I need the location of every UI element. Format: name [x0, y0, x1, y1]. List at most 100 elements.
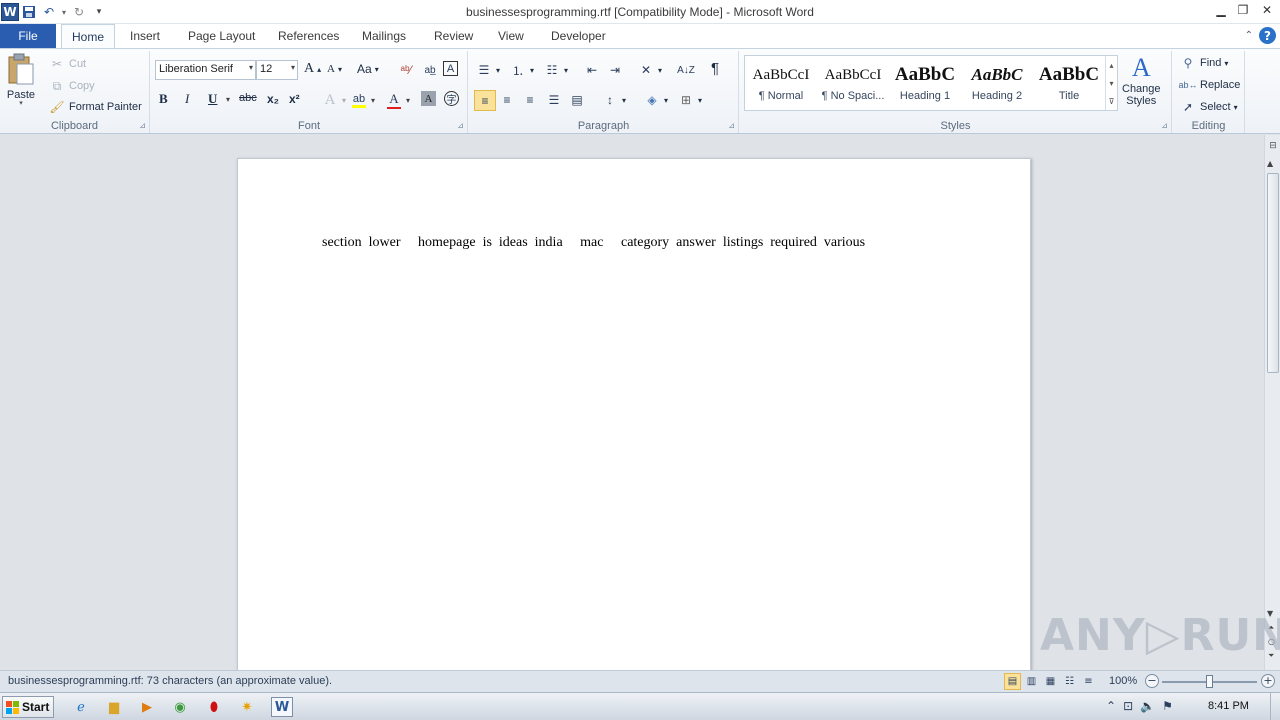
shading-button[interactable]: ◈ ▾: [643, 91, 668, 109]
text-direction-button[interactable]: ✕ ▾: [637, 61, 662, 79]
line-spacing-button[interactable]: ↕ ▾: [601, 91, 626, 109]
document-page[interactable]: section lower homepage is ideas india ma…: [237, 158, 1031, 698]
full-screen-reading-icon[interactable]: ▥: [1023, 673, 1040, 690]
scroll-up-icon[interactable]: ▲: [1267, 159, 1273, 168]
increase-indent-button[interactable]: ⇥: [606, 61, 624, 79]
underline-dropdown-icon[interactable]: ▾: [226, 95, 230, 104]
select-button[interactable]: ➚ Select ▾: [1179, 98, 1238, 116]
distributed-button[interactable]: ▤: [568, 91, 586, 109]
font-launcher-icon[interactable]: ⊿: [457, 121, 464, 130]
internet-explorer-icon[interactable]: ℯ: [70, 697, 92, 717]
replace-button[interactable]: ab↔ Replace: [1179, 76, 1241, 94]
style-heading-1[interactable]: AaBbC Heading 1: [889, 58, 961, 110]
tab-page-layout[interactable]: Page Layout: [178, 24, 265, 48]
zoom-out-button[interactable]: −: [1145, 674, 1159, 688]
outline-icon[interactable]: ☷: [1061, 673, 1078, 690]
zoom-slider-thumb[interactable]: [1206, 675, 1213, 688]
minimize-icon[interactable]: ▁: [1210, 0, 1232, 20]
strikethrough-button[interactable]: abc: [239, 92, 257, 104]
help-icon[interactable]: ?: [1259, 27, 1276, 44]
shrink-font-button[interactable]: A ▾: [327, 63, 342, 75]
numbering-button[interactable]: ⒈ ▾: [509, 61, 534, 79]
paragraph-launcher-icon[interactable]: ⊿: [728, 121, 735, 130]
font-family-dropdown-icon[interactable]: ▾: [249, 63, 253, 72]
font-family-combo[interactable]: Liberation Serif ▾: [155, 60, 256, 80]
zoom-in-button[interactable]: +: [1261, 674, 1275, 688]
align-right-button[interactable]: ≡: [521, 91, 539, 109]
paste-dropdown-icon[interactable]: ▾: [19, 99, 23, 107]
underline-button[interactable]: U: [208, 91, 217, 107]
align-center-button[interactable]: ≡: [498, 91, 516, 109]
tab-developer[interactable]: Developer: [541, 24, 616, 48]
clock[interactable]: 8:41 PM: [1208, 700, 1249, 712]
text-effects-button[interactable]: A ▾: [321, 91, 346, 109]
start-button[interactable]: Start: [2, 696, 54, 718]
show-desktop-button[interactable]: [1270, 693, 1280, 720]
vertical-scrollbar[interactable]: ⊟ ▲ ▼ ⏶ ○ ⏷: [1264, 135, 1280, 670]
multilevel-list-button[interactable]: ☷ ▾: [543, 61, 568, 79]
character-border-button[interactable]: A: [443, 61, 458, 76]
tab-insert[interactable]: Insert: [120, 24, 170, 48]
font-size-dropdown-icon[interactable]: ▾: [291, 63, 295, 72]
style-no-spacing[interactable]: AaBbCcI ¶ No Spaci...: [817, 58, 889, 110]
borders-button[interactable]: ⊞ ▾: [677, 91, 702, 109]
draft-icon[interactable]: ≡: [1080, 673, 1097, 690]
tray-expand-icon[interactable]: ⌃: [1106, 699, 1116, 713]
cut-button[interactable]: ✂ Cut: [48, 55, 86, 73]
paste-button[interactable]: Paste ▾: [6, 53, 36, 107]
style-title[interactable]: AaBbC Title: [1033, 58, 1105, 110]
bullets-button[interactable]: ☰ ▾: [475, 61, 500, 79]
subscript-button[interactable]: x₂: [267, 92, 279, 106]
copy-button[interactable]: ⧉ Copy: [48, 77, 95, 95]
tab-review[interactable]: Review: [424, 24, 483, 48]
opera-icon[interactable]: ⬮: [203, 697, 225, 717]
minimize-ribbon-icon[interactable]: ⌃: [1245, 30, 1253, 41]
print-layout-icon[interactable]: ▤: [1004, 673, 1021, 690]
align-left-button[interactable]: ≡: [474, 90, 496, 111]
italic-button[interactable]: I: [185, 91, 189, 107]
tab-home[interactable]: Home: [61, 24, 116, 49]
styles-launcher-icon[interactable]: ⊿: [1161, 121, 1168, 130]
clipboard-launcher-icon[interactable]: ⊿: [139, 121, 146, 130]
view-ruler-icon[interactable]: ⊟: [1266, 141, 1280, 155]
tab-references[interactable]: References: [268, 24, 349, 48]
tab-view[interactable]: View: [488, 24, 534, 48]
tab-file[interactable]: File: [0, 24, 56, 48]
character-shading-button[interactable]: A: [421, 91, 436, 106]
enclose-characters-button[interactable]: 字: [444, 91, 459, 106]
style-heading-2[interactable]: AaBbC Heading 2: [961, 58, 1033, 110]
norton-icon[interactable]: ✷: [236, 697, 258, 717]
tab-mailings[interactable]: Mailings: [352, 24, 416, 48]
change-case-button[interactable]: Aa ▾: [357, 62, 379, 76]
find-button[interactable]: ⚲ Find ▾: [1179, 54, 1229, 72]
gallery-down-icon[interactable]: ▾: [1109, 79, 1113, 88]
file-explorer-icon[interactable]: ▆: [103, 697, 125, 717]
chrome-icon[interactable]: ◉: [169, 697, 191, 717]
font-size-combo[interactable]: 12 ▾: [256, 60, 298, 80]
web-layout-icon[interactable]: ▦: [1042, 673, 1059, 690]
network-icon[interactable]: ⊡: [1123, 699, 1133, 713]
phonetic-guide-button[interactable]: ab̲: [421, 61, 439, 79]
format-painter-button[interactable]: 🖌 Format Painter: [48, 98, 141, 116]
style-normal[interactable]: AaBbCcI ¶ Normal: [745, 58, 817, 110]
show-marks-button[interactable]: ¶: [711, 60, 719, 77]
restore-icon[interactable]: ❐: [1232, 0, 1254, 20]
decrease-indent-button[interactable]: ⇤: [583, 61, 601, 79]
bold-button[interactable]: B: [159, 91, 168, 107]
close-icon[interactable]: ✕: [1254, 0, 1280, 20]
gallery-up-icon[interactable]: ▴: [1109, 61, 1113, 70]
font-color-button[interactable]: A ▾: [385, 91, 410, 109]
action-center-flag-icon[interactable]: ⚑: [1162, 699, 1173, 713]
volume-icon[interactable]: 🔈: [1140, 699, 1155, 713]
media-player-icon[interactable]: ▶: [136, 697, 158, 717]
superscript-button[interactable]: x²: [289, 92, 300, 106]
change-styles-button[interactable]: A Change Styles: [1122, 53, 1161, 107]
sort-button[interactable]: A↓Z: [677, 61, 695, 79]
scroll-thumb[interactable]: [1267, 173, 1279, 373]
document-text[interactable]: section lower homepage is ideas india ma…: [322, 235, 865, 251]
zoom-level[interactable]: 100%: [1109, 675, 1137, 687]
highlight-button[interactable]: ab ▾: [350, 91, 375, 109]
word-taskbar-icon[interactable]: W: [271, 697, 293, 717]
justify-button[interactable]: ☰: [545, 91, 563, 109]
clear-formatting-button[interactable]: ᵃᵇ⁄: [397, 61, 415, 79]
